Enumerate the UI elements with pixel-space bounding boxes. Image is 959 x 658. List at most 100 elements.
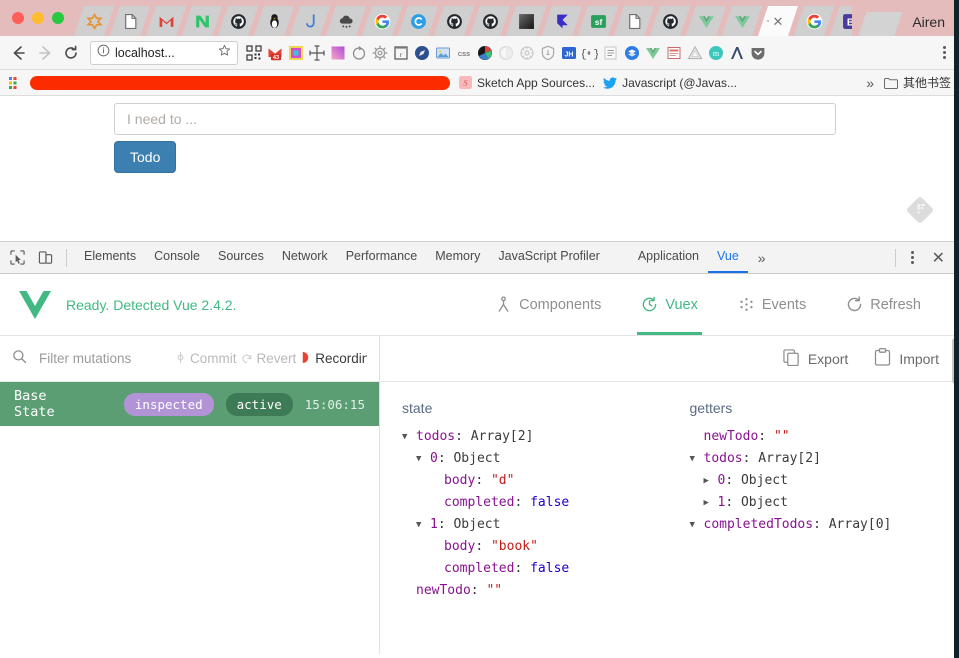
chevron-down-icon[interactable]: ▼ — [402, 426, 416, 448]
browser-tab[interactable] — [110, 6, 150, 36]
export-button[interactable]: Export — [783, 348, 848, 369]
browser-tab[interactable] — [398, 6, 438, 36]
filter-mutations-input[interactable] — [37, 350, 167, 367]
feedly-icon[interactable] — [905, 195, 935, 225]
atom-icon[interactable] — [517, 43, 537, 63]
css-icon[interactable]: CSS — [454, 43, 474, 63]
tree-node[interactable]: ▼ 1: Object — [402, 514, 672, 536]
colorpicker-icon[interactable] — [286, 43, 306, 63]
bookmarks-overflow-icon[interactable]: » — [866, 75, 874, 91]
shield-icon[interactable] — [538, 43, 558, 63]
gear-icon[interactable] — [370, 43, 390, 63]
triangle-icon[interactable] — [685, 43, 705, 63]
bookmark-sketch-app-sources[interactable]: S Sketch App Sources... — [458, 76, 595, 90]
devtools-close-icon[interactable]: ✕ — [922, 248, 955, 268]
maximize-window-button[interactable] — [52, 12, 64, 24]
gradient-icon[interactable] — [328, 43, 348, 63]
tree-node[interactable]: ▼ completedTodos: Array[0] — [690, 514, 959, 536]
devtools-tab-network[interactable]: Network — [273, 242, 337, 273]
compass-icon[interactable] — [412, 43, 432, 63]
browser-tab[interactable] — [722, 6, 762, 36]
bookmark-javascript[interactable]: Javascript (@Javas... — [603, 76, 737, 90]
layers-blue-icon[interactable] — [622, 43, 642, 63]
ruler-icon[interactable]: r — [391, 43, 411, 63]
browser-tab[interactable] — [542, 6, 582, 36]
add-todo-button[interactable]: Todo — [114, 141, 177, 173]
devtools-tab-memory[interactable]: Memory — [426, 242, 489, 273]
devtools-tab-sources[interactable]: Sources — [209, 242, 273, 273]
commit-button[interactable]: Commit — [175, 351, 237, 367]
browser-tab[interactable] — [218, 6, 258, 36]
other-bookmarks-folder[interactable]: 其他书签 — [883, 74, 951, 91]
tree-node[interactable]: ▶ 0: Object — [690, 470, 959, 492]
m-circle-icon[interactable]: m — [706, 43, 726, 63]
new-tab-button[interactable] — [858, 12, 902, 36]
note-icon[interactable] — [664, 43, 684, 63]
redacted-bookmark[interactable] — [30, 75, 450, 90]
recording-button[interactable]: Recordin — [300, 351, 367, 367]
vue-tab-components[interactable]: Components — [475, 274, 621, 335]
chevron-down-icon[interactable]: ▼ — [416, 448, 430, 470]
browser-tab[interactable] — [146, 6, 186, 36]
todo-input[interactable] — [114, 103, 836, 135]
browser-tab[interactable] — [74, 6, 114, 36]
browser-tab[interactable] — [650, 6, 690, 36]
profile-name[interactable]: Airen — [902, 14, 959, 36]
address-bar-url[interactable]: localhost... — [115, 46, 213, 60]
address-bar[interactable]: localhost... — [90, 40, 238, 65]
browser-tab[interactable]: sf — [578, 6, 618, 36]
info-circle-icon[interactable] — [97, 44, 110, 62]
minimize-window-button[interactable] — [32, 12, 44, 24]
browser-tab[interactable] — [614, 6, 654, 36]
tree-node[interactable]: body: "book" — [402, 536, 672, 558]
tree-node[interactable]: body: "d" — [402, 470, 672, 492]
chevron-down-icon[interactable]: ▼ — [690, 448, 704, 470]
close-tab-icon[interactable]: ✕ — [773, 15, 784, 28]
pocket-icon[interactable] — [748, 43, 768, 63]
browser-tab[interactable] — [290, 6, 330, 36]
browser-tab[interactable]: B — [830, 6, 852, 36]
chevron-down-icon[interactable]: ▼ — [416, 514, 430, 536]
device-toolbar-icon[interactable] — [32, 245, 58, 271]
browser-tab[interactable] — [362, 6, 402, 36]
refresh-circle-icon[interactable] — [349, 43, 369, 63]
browser-tab[interactable] — [470, 6, 510, 36]
devtools-tab-javascript-profiler[interactable]: JavaScript Profiler — [489, 242, 608, 273]
braces-icon[interactable]: { } — [580, 43, 600, 63]
star-icon[interactable] — [218, 44, 231, 62]
revert-button[interactable]: Revert — [241, 351, 296, 367]
close-window-button[interactable] — [12, 12, 24, 24]
mutation-history-item-base-state[interactable]: Base State inspected active 15:06:15 — [0, 382, 379, 426]
tree-node[interactable]: completed: false — [402, 558, 672, 580]
chevron-right-icon[interactable]: ▶ — [704, 492, 718, 514]
half-circle-icon[interactable] — [496, 43, 516, 63]
import-button[interactable]: Import — [874, 347, 939, 369]
back-arrow-icon[interactable] — [6, 40, 32, 66]
devtools-tab-elements[interactable]: Elements — [75, 242, 145, 273]
devtools-more-tabs-icon[interactable]: » — [750, 250, 774, 266]
browser-tab[interactable] — [794, 6, 834, 36]
tree-node[interactable]: newTodo: "" — [690, 426, 959, 448]
vue-icon[interactable] — [643, 43, 663, 63]
tree-node[interactable]: ▼ todos: Array[2] — [690, 448, 959, 470]
vue-tab-refresh[interactable]: Refresh — [826, 274, 941, 335]
apps-grid-icon[interactable] — [8, 76, 22, 90]
tree-node[interactable]: ▼ todos: Array[2] — [402, 426, 672, 448]
devtools-tab-vue[interactable]: Vue — [708, 242, 748, 273]
tree-node[interactable]: ▶ 1: Object — [690, 492, 959, 514]
forward-arrow-icon[interactable] — [32, 40, 58, 66]
devtools-tab-application[interactable]: Application — [629, 242, 708, 273]
devtools-settings-icon[interactable] — [904, 247, 922, 269]
tree-node[interactable]: newTodo: "" — [402, 580, 672, 602]
vue-tab-events[interactable]: Events — [718, 274, 826, 335]
browser-tab[interactable]: ✕ — [758, 6, 798, 36]
inspect-cursor-icon[interactable] — [4, 245, 30, 271]
browser-tab[interactable] — [326, 6, 366, 36]
browser-menu-icon[interactable] — [935, 42, 953, 64]
chevron-right-icon[interactable]: ▶ — [704, 470, 718, 492]
reload-icon[interactable] — [58, 40, 84, 66]
browser-tab[interactable] — [182, 6, 222, 36]
gmail-badge-icon[interactable]: 43 — [265, 43, 285, 63]
browser-tab[interactable] — [434, 6, 474, 36]
image-icon[interactable] — [433, 43, 453, 63]
